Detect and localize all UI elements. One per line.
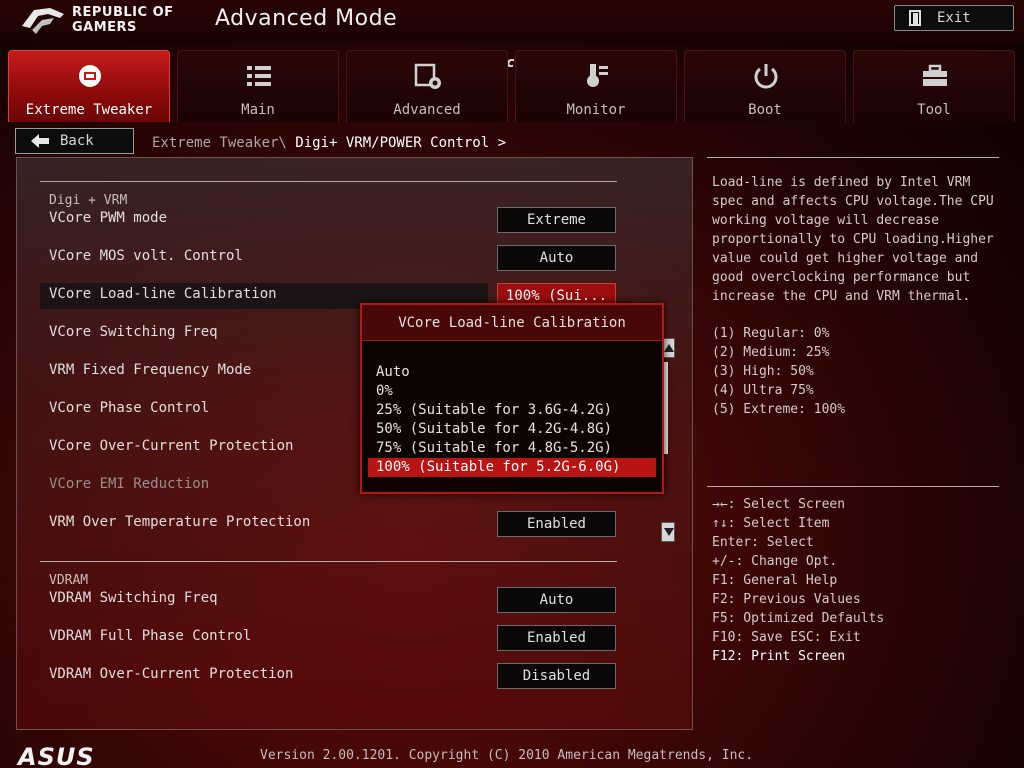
setting-label: VRM Over Temperature Protection bbox=[49, 514, 311, 530]
setting-value-button[interactable]: Enabled bbox=[497, 625, 616, 651]
key-hint: F5: Optimized Defaults bbox=[712, 611, 885, 626]
setting-label: VCore EMI Reduction bbox=[49, 476, 210, 492]
setting-value-button[interactable]: Auto bbox=[497, 245, 616, 271]
back-arrow-icon bbox=[31, 134, 49, 148]
exit-button[interactable]: Exit bbox=[894, 5, 1014, 31]
key-hint: ↑↓: Select Item bbox=[712, 516, 830, 531]
help-level-item: (2) Medium: 25% bbox=[712, 345, 830, 360]
setting-row-vrm-over-temperature[interactable]: VRM Over Temperature Protection Enabled bbox=[40, 511, 670, 537]
setting-value-button[interactable]: Auto bbox=[497, 587, 616, 613]
setting-row-vdram-full-phase[interactable]: VDRAM Full Phase Control Enabled bbox=[40, 625, 670, 651]
help-level-item: (1) Regular: 0% bbox=[712, 326, 830, 341]
tab-monitor[interactable]: Monitor bbox=[515, 50, 677, 122]
tab-label: Advanced bbox=[393, 102, 461, 118]
setting-row-vdram-switching-freq[interactable]: VDRAM Switching Freq Auto bbox=[40, 587, 670, 613]
popup-title: VCore Load-line Calibration bbox=[362, 305, 662, 341]
exit-door-icon bbox=[909, 10, 921, 26]
key-hint: →←: Select Screen bbox=[712, 497, 846, 512]
setting-row-vcore-mos-volt[interactable]: VCore MOS volt. Control Auto bbox=[40, 245, 670, 271]
help-level-item: (5) Extreme: 100% bbox=[712, 402, 846, 417]
tab-label: Boot bbox=[748, 102, 782, 118]
setting-label: VRM Fixed Frequency Mode bbox=[49, 362, 252, 378]
key-hint: F2: Previous Values bbox=[712, 592, 861, 607]
key-hint: F12: Print Screen bbox=[712, 649, 846, 664]
setting-label: VCore Load-line Calibration bbox=[49, 286, 277, 302]
tab-main[interactable]: Main bbox=[177, 50, 339, 122]
popup-option-0[interactable]: 0% bbox=[368, 382, 656, 401]
back-button[interactable]: Back bbox=[15, 128, 134, 154]
toolbox-icon bbox=[923, 64, 947, 86]
breadcrumb: Extreme Tweaker\ Digi+ VRM/POWER Control… bbox=[152, 135, 506, 151]
triangle-down-icon bbox=[664, 528, 674, 536]
section-title-digi-vrm: Digi + VRM bbox=[49, 193, 128, 208]
setting-row-vdram-over-current[interactable]: VDRAM Over-Current Protection Disabled bbox=[40, 663, 670, 689]
key-hint: Enter: Select bbox=[712, 535, 814, 550]
popup-option-25[interactable]: 25% (Suitable for 3.6G-4.2G) bbox=[368, 401, 656, 420]
back-label: Back bbox=[60, 133, 94, 149]
list-icon bbox=[247, 66, 271, 86]
breadcrumb-current: Digi+ VRM/POWER Control > bbox=[286, 135, 507, 151]
tab-label: Main bbox=[241, 102, 275, 118]
setting-label: VCore Over-Current Protection bbox=[49, 438, 294, 454]
version-text: Version 2.00.1201. Copyright (C) 2010 Am… bbox=[260, 748, 754, 763]
tab-label: Monitor bbox=[566, 102, 626, 118]
breadcrumb-parent[interactable]: Extreme Tweaker\ bbox=[152, 135, 287, 151]
footer: ASUS Version 2.00.1201. Copyright (C) 20… bbox=[0, 738, 1024, 768]
help-description: Load-line is defined by Intel VRM spec a… bbox=[712, 175, 994, 304]
setting-value-button[interactable]: Disabled bbox=[497, 663, 616, 689]
help-levels: (1) Regular: 0% (2) Medium: 25% (3) High… bbox=[712, 324, 845, 419]
setting-label: VDRAM Full Phase Control bbox=[49, 628, 252, 644]
brand-line-2: GAMERS bbox=[72, 20, 137, 35]
section-title-vdram: VDRAM bbox=[49, 573, 89, 588]
tab-boot[interactable]: Boot bbox=[684, 50, 846, 122]
popup-option-100[interactable]: 100% (Suitable for 5.2G-6.0G) bbox=[368, 458, 656, 477]
setting-label: VDRAM Over-Current Protection bbox=[49, 666, 294, 682]
help-keys-divider bbox=[707, 486, 999, 487]
brand-line-1: REPUBLIC OF bbox=[72, 5, 174, 20]
tab-advanced[interactable]: Advanced bbox=[346, 50, 508, 122]
advanced-icon bbox=[414, 63, 441, 89]
asus-logo: ASUS bbox=[18, 743, 95, 768]
tab-label: Extreme Tweaker bbox=[25, 102, 153, 118]
monitor-icon bbox=[587, 64, 608, 87]
option-popup: VCore Load-line Calibration Auto 0% 25% … bbox=[360, 303, 664, 494]
section-divider bbox=[40, 561, 617, 562]
key-hint: F1: General Help bbox=[712, 573, 838, 588]
scroll-down-button[interactable] bbox=[661, 522, 675, 542]
setting-label: VCore Switching Freq bbox=[49, 324, 218, 340]
scrollbar-thumb[interactable] bbox=[664, 362, 668, 454]
popup-option-75[interactable]: 75% (Suitable for 4.8G-5.2G) bbox=[368, 439, 656, 458]
setting-row-vcore-pwm-mode[interactable]: VCore PWM mode Extreme bbox=[40, 207, 670, 233]
setting-label: VCore MOS volt. Control bbox=[49, 248, 243, 264]
tab-extreme-tweaker[interactable]: Extreme Tweaker bbox=[8, 50, 170, 122]
rog-brand-text: REPUBLIC OF GAMERS bbox=[72, 5, 174, 35]
rog-eye-logo bbox=[22, 8, 64, 34]
setting-value-button[interactable]: Extreme bbox=[497, 207, 616, 233]
tab-tool[interactable]: Tool bbox=[853, 50, 1015, 122]
popup-option-auto[interactable]: Auto bbox=[368, 363, 656, 382]
triangle-up-icon bbox=[664, 344, 674, 352]
setting-label: VCore PWM mode bbox=[49, 210, 168, 226]
tab-label: Tool bbox=[917, 102, 951, 118]
help-level-item: (3) High: 50% bbox=[712, 364, 814, 379]
page-title: Advanced Mode bbox=[215, 6, 398, 31]
top-bar: REPUBLIC OF GAMERS Advanced Mode Exit bbox=[0, 0, 1024, 44]
power-icon bbox=[754, 64, 778, 89]
help-top-divider bbox=[707, 157, 999, 158]
popup-option-50[interactable]: 50% (Suitable for 4.2G-4.8G) bbox=[368, 420, 656, 439]
exit-label: Exit bbox=[937, 10, 971, 26]
key-hint: +/-: Change Opt. bbox=[712, 554, 838, 569]
help-level-item: (4) Ultra 75% bbox=[712, 383, 814, 398]
main-tabs: Extreme Tweaker Main Advanced Monitor Bo… bbox=[8, 50, 1016, 124]
section-divider bbox=[40, 181, 617, 182]
key-hint: F10: Save ESC: Exit bbox=[712, 630, 861, 645]
tweaker-icon bbox=[79, 65, 101, 87]
key-legend: →←: Select Screen ↑↓: Select Item Enter:… bbox=[712, 495, 884, 666]
setting-value-button[interactable]: Enabled bbox=[497, 511, 616, 537]
setting-label: VCore Phase Control bbox=[49, 400, 210, 416]
setting-label: VDRAM Switching Freq bbox=[49, 590, 218, 606]
